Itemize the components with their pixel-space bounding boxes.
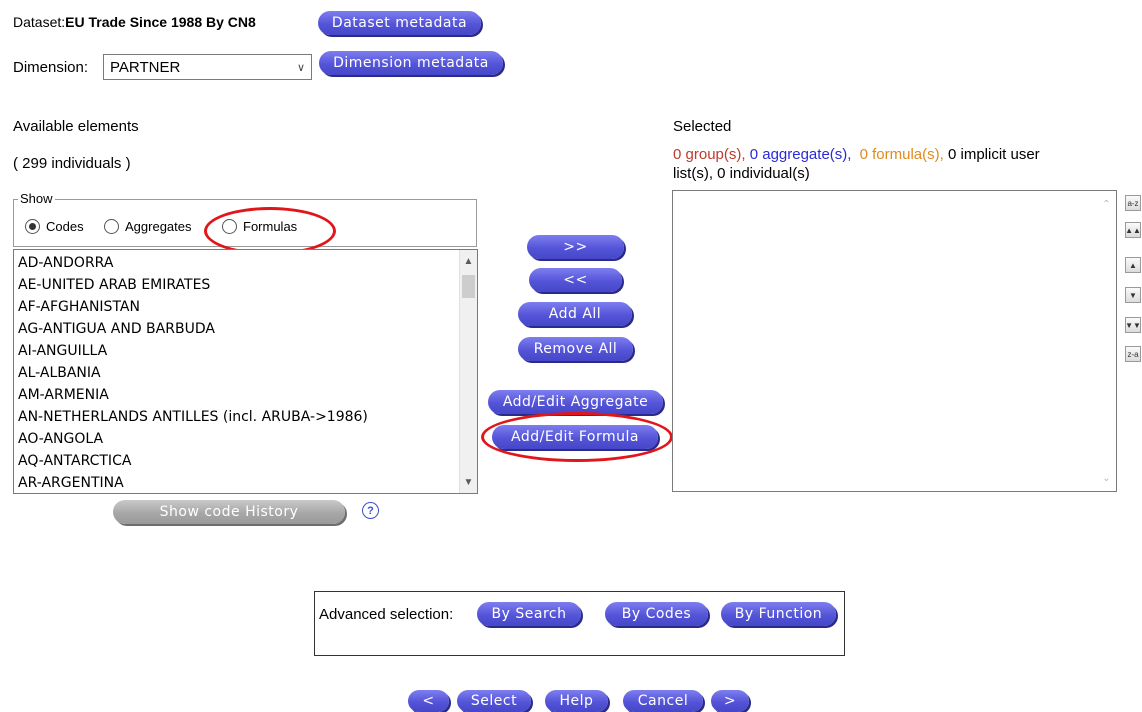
radio-aggregates[interactable]: Aggregates [104,219,192,234]
radio-aggregates-indicator[interactable] [104,219,119,234]
available-title: Available elements [13,118,139,135]
list-item[interactable]: AE-UNITED ARAB EMIRATES [18,277,210,293]
list-item[interactable]: AN-NETHERLANDS ANTILLES (incl. ARUBA->19… [18,409,368,425]
list-item[interactable]: AF-AFGHANISTAN [18,299,140,315]
move-down-icon[interactable]: ▼ [1125,287,1141,303]
cancel-button[interactable]: Cancel [623,690,703,712]
list-item[interactable]: AL-ALBANIA [18,365,101,381]
move-bottom-icon[interactable]: ▼▼ [1125,317,1141,333]
scroll-up-icon[interactable]: ▲ [460,252,477,270]
show-code-history-button[interactable]: Show code History [113,500,345,524]
dataset-heading: Dataset:EU Trade Since 1988 By CN8 [13,14,256,30]
list-item[interactable]: AM-ARMENIA [18,387,109,403]
selected-title: Selected [673,118,732,135]
scroll-down-icon[interactable]: ⌄ [1098,469,1115,487]
by-function-button[interactable]: By Function [721,602,836,626]
dimension-select[interactable]: PARTNER ∨ [103,54,312,80]
available-listbox[interactable]: AD-ANDORRA AE-UNITED ARAB EMIRATES AF-AF… [13,249,478,494]
by-codes-button[interactable]: By Codes [605,602,708,626]
select-button[interactable]: Select [457,690,531,712]
available-count: ( 299 individuals ) [13,155,131,172]
add-all-button[interactable]: Add All [518,302,632,326]
dataset-metadata-button[interactable]: Dataset metadata [318,11,481,35]
formulas-highlight-oval [204,207,336,255]
dataset-name: EU Trade Since 1988 By CN8 [65,14,256,30]
list-item[interactable]: AI-ANGUILLA [18,343,107,359]
selected-summary: 0 group(s), 0 aggregate(s), 0 formula(s)… [673,146,1040,163]
radio-codes-indicator[interactable] [25,219,40,234]
chevron-down-icon: ∨ [296,61,305,74]
selected-summary-rest: list(s), 0 individual(s) [673,165,810,182]
list-item[interactable]: AD-ANDORRA [18,255,113,271]
scroll-thumb[interactable] [462,275,475,298]
radio-codes-label: Codes [46,219,84,234]
next-button[interactable]: > [711,690,749,712]
selected-scrollbar[interactable]: ⌃ ⌄ [1098,191,1116,491]
add-selected-button[interactable]: >> [527,235,624,259]
help-button[interactable]: Help [545,690,608,712]
sort-az-icon[interactable]: a-z [1125,195,1141,211]
selected-listbox[interactable]: ⌃ ⌄ [672,190,1117,492]
dimension-label: Dimension: [13,59,89,76]
radio-codes[interactable]: Codes [25,219,84,234]
list-item[interactable]: AR-ARGENTINA [18,475,124,491]
selected-implicit: 0 implicit user [947,146,1040,163]
list-item[interactable]: AG-ANTIGUA AND BARBUDA [18,321,215,337]
formula-button-highlight-oval [481,412,673,462]
selected-groups: 0 group(s), [673,146,746,163]
dataset-label: Dataset: [13,14,66,30]
add-edit-aggregate-button[interactable]: Add/Edit Aggregate [488,390,663,414]
move-up-icon[interactable]: ▲ [1125,257,1141,273]
remove-all-button[interactable]: Remove All [518,337,633,361]
selected-aggregates: 0 aggregate(s), [749,146,852,163]
radio-aggregates-label: Aggregates [125,219,192,234]
list-item[interactable]: AO-ANGOLA [18,431,103,447]
sort-za-icon[interactable]: z-a [1125,346,1141,362]
remove-selected-button[interactable]: << [529,268,622,292]
help-icon[interactable]: ? [362,502,379,519]
by-search-button[interactable]: By Search [477,602,581,626]
move-top-icon[interactable]: ▲▲ [1125,222,1141,238]
available-scrollbar[interactable]: ▲ ▼ [459,250,477,493]
previous-button[interactable]: < [408,690,449,712]
dimension-metadata-button[interactable]: Dimension metadata [319,51,503,75]
list-item[interactable]: AQ-ANTARCTICA [18,453,131,469]
dimension-value: PARTNER [110,58,181,76]
selected-formulas: 0 formula(s), [859,146,944,163]
scroll-up-icon[interactable]: ⌃ [1098,195,1115,213]
scroll-down-icon[interactable]: ▼ [460,473,477,491]
show-legend: Show [18,191,55,206]
advanced-selection-label: Advanced selection: [319,606,454,623]
